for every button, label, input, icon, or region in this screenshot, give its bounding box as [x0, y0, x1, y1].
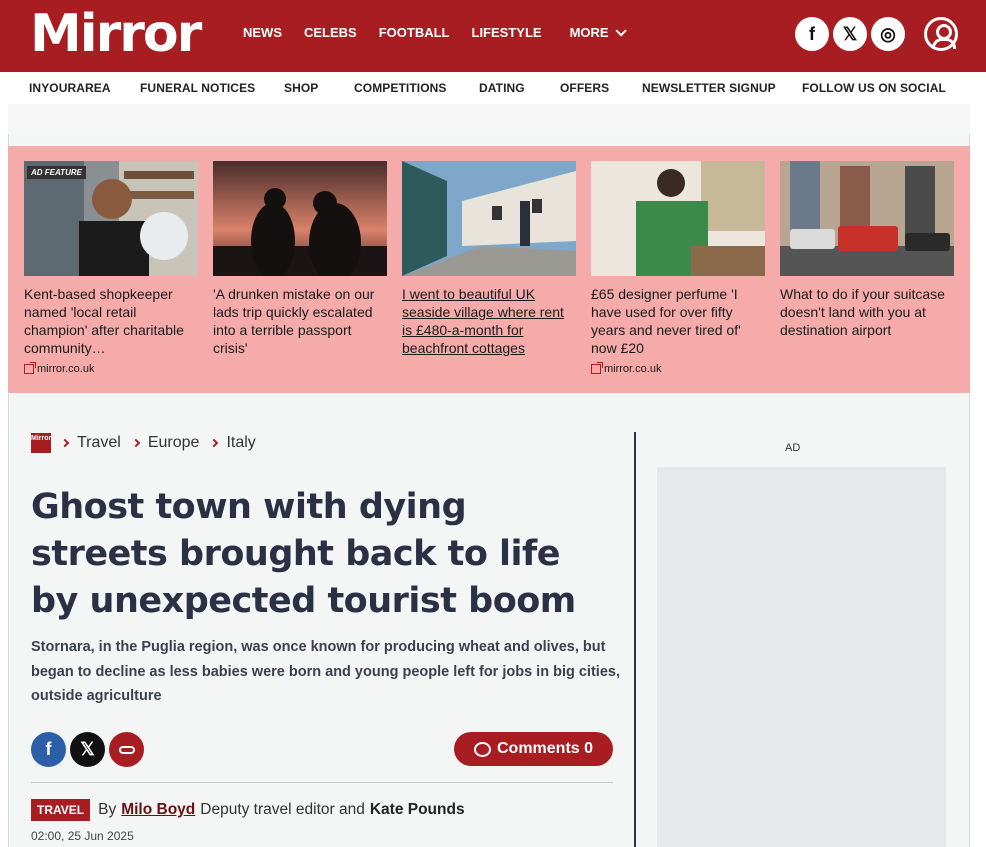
external-link-icon — [591, 362, 603, 374]
subnav-newsletter-signup[interactable]: NEWSLETTER SIGNUP — [642, 81, 776, 95]
promo-source: mirror.co.uk — [591, 362, 765, 375]
promo-card[interactable]: 'A drunken mistake on our lads trip quic… — [213, 161, 387, 357]
promo-title: I went to beautiful UK seaside village w… — [402, 286, 564, 356]
nav-more[interactable]: MORE — [569, 25, 627, 40]
author-link[interactable]: Milo Boyd — [121, 801, 195, 819]
promo-card[interactable]: £65 designer perfume 'I have used for ov… — [591, 161, 765, 375]
ad-feature-badge: AD FEATURE — [27, 166, 86, 179]
promo-source-label: mirror.co.uk — [604, 363, 662, 375]
subnav-shop[interactable]: SHOP — [284, 81, 318, 95]
mirror-logo[interactable]: Mirror — [30, 4, 202, 64]
publish-date: 02:00, 25 Jun 2025 — [31, 829, 134, 843]
byline: TRAVEL By Milo Boyd Deputy travel editor… — [31, 799, 465, 821]
x-icon[interactable]: 𝕏 — [70, 732, 105, 767]
ad-slot-top — [8, 104, 970, 134]
promo-source-label: mirror.co.uk — [37, 363, 95, 375]
link-icon[interactable] — [109, 732, 144, 767]
byline-by: By — [98, 801, 117, 818]
chevron-right-icon — [210, 438, 219, 448]
author-role: Deputy travel editor and — [200, 801, 365, 818]
promo-card[interactable]: What to do if your suitcase doesn't land… — [780, 161, 954, 339]
breadcrumb-italy[interactable]: Italy — [226, 434, 255, 452]
secondary-nav: INYOURAREA FUNERAL NOTICES SHOP COMPETIT… — [0, 72, 986, 104]
site-header: Mirror NEWS CELEBS FOOTBALL LIFESTYLE MO… — [0, 0, 986, 72]
divider — [31, 782, 613, 783]
sidebar-ad — [657, 467, 946, 847]
promo-image — [591, 161, 765, 276]
comments-label: Comments 0 — [496, 740, 594, 757]
nav-football[interactable]: FOOTBALL — [379, 25, 450, 40]
column-divider — [634, 432, 636, 847]
external-link-icon — [24, 362, 36, 374]
chain-link-glyph — [118, 745, 135, 754]
promo-title: Kent-based shopkeeper named 'local retai… — [24, 286, 184, 356]
speech-bubble-icon — [473, 741, 491, 757]
subnav-inyourarea[interactable]: INYOURAREA — [29, 81, 111, 95]
promo-image: AD FEATURE — [24, 161, 198, 276]
facebook-icon[interactable]: f — [31, 732, 66, 767]
coauthor-name: Kate Pounds — [369, 801, 465, 818]
social-links: f 𝕏 ◎ — [795, 17, 905, 51]
breadcrumb-europe[interactable]: Europe — [148, 434, 200, 452]
share-bar: f 𝕏 — [31, 732, 144, 767]
facebook-icon[interactable]: f — [795, 17, 829, 51]
nav-celebs[interactable]: CELEBS — [304, 25, 357, 40]
nav-news[interactable]: NEWS — [243, 25, 282, 40]
main-nav: NEWS CELEBS FOOTBALL LIFESTYLE MORE — [243, 25, 627, 40]
article-headline: Ghost town with dying streets brought ba… — [31, 487, 576, 621]
instagram-icon[interactable]: ◎ — [871, 17, 905, 51]
subnav-offers[interactable]: OFFERS — [560, 81, 609, 95]
subnav-funeral-notices[interactable]: FUNERAL NOTICES — [140, 81, 255, 95]
promo-title: 'A drunken mistake on our lads trip quic… — [213, 286, 375, 356]
nav-more-label: MORE — [569, 25, 609, 40]
promo-image — [780, 161, 954, 276]
article-standfirst: Stornara, in the Puglia region, was once… — [31, 639, 620, 704]
chevron-down-icon — [615, 25, 627, 37]
breadcrumb: Mirror Travel Europe Italy — [31, 433, 256, 453]
account-icon[interactable] — [924, 17, 958, 51]
promo-card[interactable]: AD FEATURE Kent-based shopkeeper named '… — [24, 161, 198, 375]
breadcrumb-travel[interactable]: Travel — [77, 434, 121, 452]
promo-card[interactable]: I went to beautiful UK seaside village w… — [402, 161, 576, 357]
ad-label: AD — [785, 442, 801, 454]
comments-button[interactable]: Comments 0 — [454, 732, 613, 766]
subnav-dating[interactable]: DATING — [479, 81, 525, 95]
promo-image — [213, 161, 387, 276]
x-icon[interactable]: 𝕏 — [833, 17, 867, 51]
nav-lifestyle[interactable]: LIFESTYLE — [472, 25, 542, 40]
sponsored-strip: AD FEATURE Kent-based shopkeeper named '… — [8, 146, 970, 393]
chevron-right-icon — [60, 438, 70, 448]
promo-source: mirror.co.uk — [24, 362, 198, 375]
subnav-follow-us[interactable]: FOLLOW US ON SOCIAL — [802, 81, 946, 95]
chevron-right-icon — [131, 438, 141, 448]
promo-image — [402, 161, 576, 276]
mirror-logo-small[interactable]: Mirror — [31, 433, 51, 453]
promo-title: £65 designer perfume 'I have used for ov… — [591, 286, 741, 356]
subnav-competitions[interactable]: COMPETITIONS — [354, 81, 447, 95]
category-badge[interactable]: TRAVEL — [31, 799, 91, 821]
promo-title: What to do if your suitcase doesn't land… — [780, 286, 945, 338]
